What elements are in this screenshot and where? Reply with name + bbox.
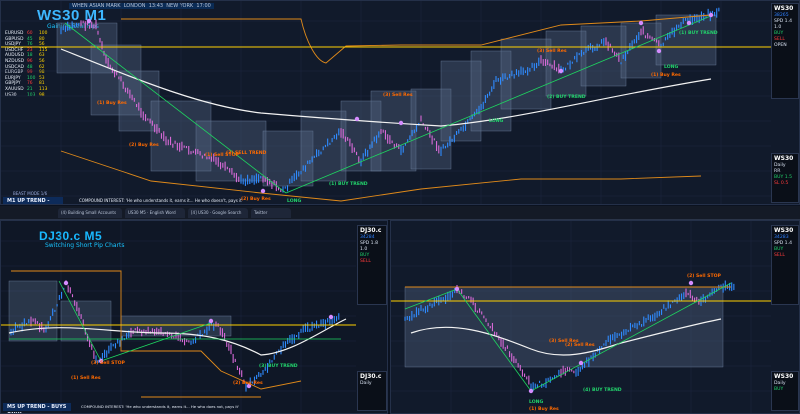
browser-tab[interactable]: US30 M5 · English Word: [125, 208, 185, 218]
daily-panel[interactable]: WS30 Daily RR BUY 1.5 SL 0.5: [771, 153, 799, 203]
chart-annotation: (3) Sell Res: [537, 49, 567, 54]
range-box: [545, 30, 587, 97]
chart-annotation: LONG: [287, 199, 302, 204]
chart-annotation: (1) Buy Res: [529, 407, 559, 412]
chart-annotation: LONG: [664, 65, 679, 70]
signal-dot: [354, 116, 360, 122]
signal-dot: [558, 68, 564, 74]
trend-status: M5 UP TREND - BUYS ONLY: [3, 403, 71, 413]
chart-annotation: (3) Sell Res: [383, 93, 413, 98]
compound-text: COMPOUND INTEREST: 'He who understands i…: [79, 198, 243, 203]
browser-tab[interactable]: (4) Building Small Accounts: [58, 208, 122, 218]
chart-annotation: LONG: [489, 119, 504, 124]
daily-panel[interactable]: DJ30.c Daily: [357, 371, 387, 411]
signal-dot: [63, 280, 69, 286]
chart-pane-ws30-right[interactable]: (2) Sell STOP (3) Sell Res (1) Buy Res (2) …: [390, 220, 800, 414]
range-box: [60, 300, 112, 342]
signal-dot: [208, 318, 214, 324]
signal-dot: [86, 18, 92, 24]
range-box: [370, 90, 417, 172]
browser-tab[interactable]: [4] US30 · Google Search: [188, 208, 248, 218]
daily-panel[interactable]: WS30 Daily BUY: [771, 371, 799, 411]
chart-annotation: LONG: [529, 400, 544, 405]
price-chart[interactable]: [1, 221, 356, 414]
chart-annotation: (2) Buy Res: [241, 197, 271, 202]
signal-dot: [638, 20, 644, 26]
chart-annotation: (3) Sell STOP: [91, 361, 125, 366]
chart-annotation: (3) SELL TREND: [226, 151, 267, 156]
symbol-panel[interactable]: DJ30.c 34284 SPD 1.8 1.0 BUY SELL: [357, 225, 387, 305]
compound-text: COMPOUND INTEREST: 'He who understands i…: [81, 404, 240, 409]
chart-pane-dj30-m5[interactable]: DJ30.c M5 Switching Short Pip Charts (3)…: [0, 220, 388, 414]
chart-annotation: (1) BUY TREND: [679, 31, 718, 36]
signal-dot: [454, 286, 460, 292]
symbol-panel[interactable]: WS30 34283 SPD 1.4 BUY SELL: [771, 225, 799, 305]
chart-annotation: (2) Sell STOP: [687, 274, 721, 279]
chart-annotation: (2) Sell Res: [565, 343, 595, 348]
chart-annotation: (1) Buy Res: [97, 101, 127, 106]
chart-annotation: (2) Buy Res: [129, 143, 159, 148]
signal-dot: [260, 188, 266, 194]
chart-annotation: (1) Buy Res: [651, 73, 681, 78]
mode-label: BEAST MODE 1/6: [13, 191, 48, 196]
signal-dot: [708, 12, 714, 18]
signal-dot: [398, 120, 404, 126]
chart-pane-ws30-m1[interactable]: WHEN ASIAN MARK LONDON 13:43 NEW YORK 17…: [0, 0, 800, 205]
signal-dot: [656, 48, 662, 54]
signal-dot: [528, 388, 534, 394]
signal-dot: [578, 360, 584, 366]
browser-tab[interactable]: Twitter: [251, 208, 291, 218]
chart-annotation: (4) BUY TREND: [583, 388, 622, 393]
signal-dot: [328, 314, 334, 320]
chart-annotation: (3) BUY TREND: [259, 364, 298, 369]
symbol-panel[interactable]: WS30 38265 SPD 1.4 1.0 BUY SELL OPEN: [771, 3, 799, 99]
signal-dot: [688, 280, 694, 286]
price-chart[interactable]: [391, 221, 771, 414]
trend-status: M1 UP TREND - BUYS ONLY: [3, 197, 63, 204]
chart-annotation: (2) BUY TREND: [547, 95, 586, 100]
chart-annotation: (1) Sell Res: [71, 376, 101, 381]
chart-annotation: (1) BUY TREND: [329, 182, 368, 187]
tab-strip: (4) Building Small Accounts US30 M5 · En…: [0, 206, 800, 220]
signal-dot: [686, 20, 692, 26]
chart-annotation: (2) Buy Res: [233, 381, 263, 386]
